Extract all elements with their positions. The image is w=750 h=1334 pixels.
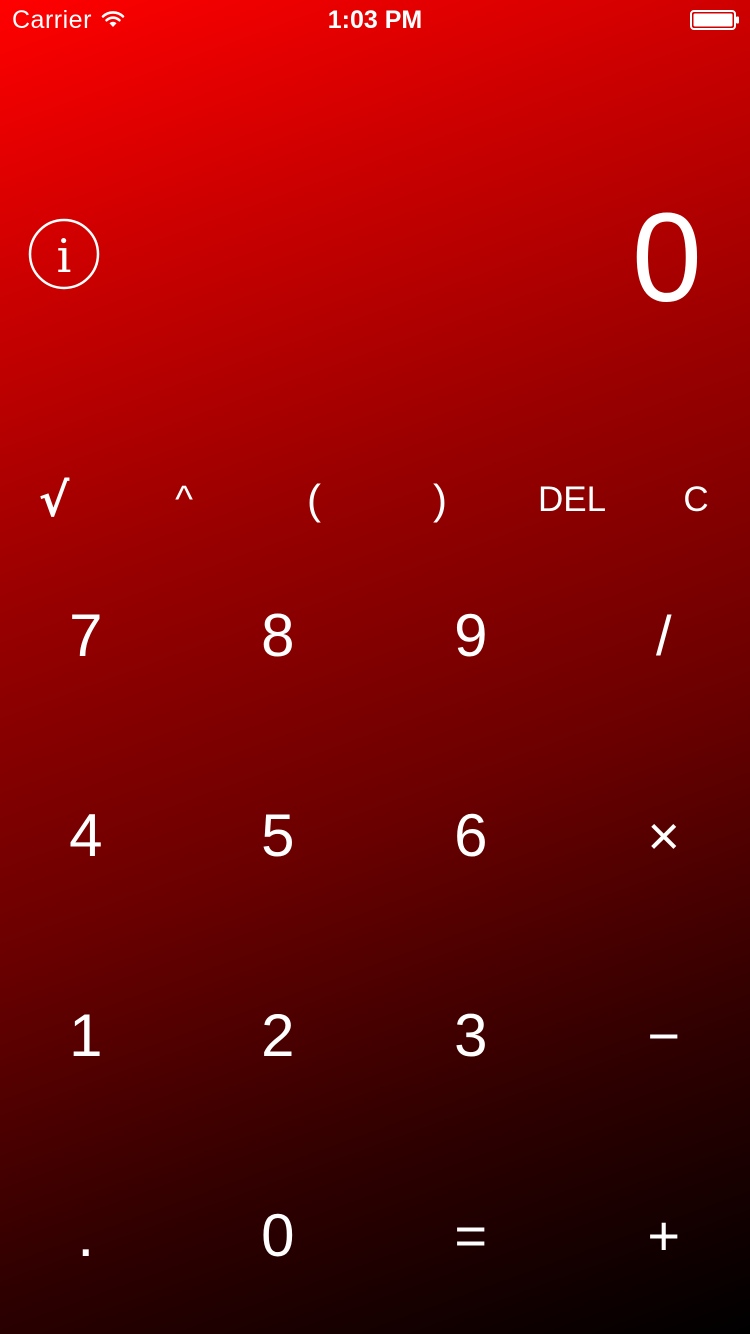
status-bar: Carrier 1:03 PM (0, 0, 750, 40)
battery-icon (690, 10, 740, 30)
key-8[interactable]: 8 (184, 535, 372, 735)
status-time: 1:03 PM (327, 6, 423, 34)
info-button[interactable]: i (28, 218, 100, 290)
key-9[interactable]: 9 (377, 535, 565, 735)
open-paren-button[interactable]: ( (278, 460, 350, 540)
key-1[interactable]: 1 (0, 935, 180, 1135)
add-button[interactable]: + (570, 1135, 750, 1334)
power-button[interactable]: ^ (148, 460, 220, 540)
close-paren-button[interactable]: ) (404, 460, 476, 540)
clear-button[interactable]: C (660, 460, 732, 540)
info-icon: i (28, 218, 100, 290)
delete-button[interactable]: DEL (522, 460, 622, 540)
subtract-button[interactable]: − (570, 935, 750, 1135)
key-0[interactable]: 0 (184, 1135, 372, 1334)
key-4[interactable]: 4 (0, 735, 180, 935)
sqrt-button[interactable]: √ (18, 460, 90, 540)
key-2[interactable]: 2 (184, 935, 372, 1135)
key-3[interactable]: 3 (377, 935, 565, 1135)
multiply-button[interactable]: × (570, 735, 750, 935)
decimal-button[interactable]: . (0, 1135, 180, 1334)
calculator-display: 0 (631, 187, 702, 328)
divide-button[interactable]: / (570, 535, 750, 735)
function-row: √ ^ ( ) DEL C (0, 460, 750, 540)
equals-button[interactable]: = (377, 1135, 565, 1334)
key-7[interactable]: 7 (0, 535, 180, 735)
info-glyph: i (57, 229, 72, 283)
key-6[interactable]: 6 (377, 735, 565, 935)
key-5[interactable]: 5 (184, 735, 372, 935)
